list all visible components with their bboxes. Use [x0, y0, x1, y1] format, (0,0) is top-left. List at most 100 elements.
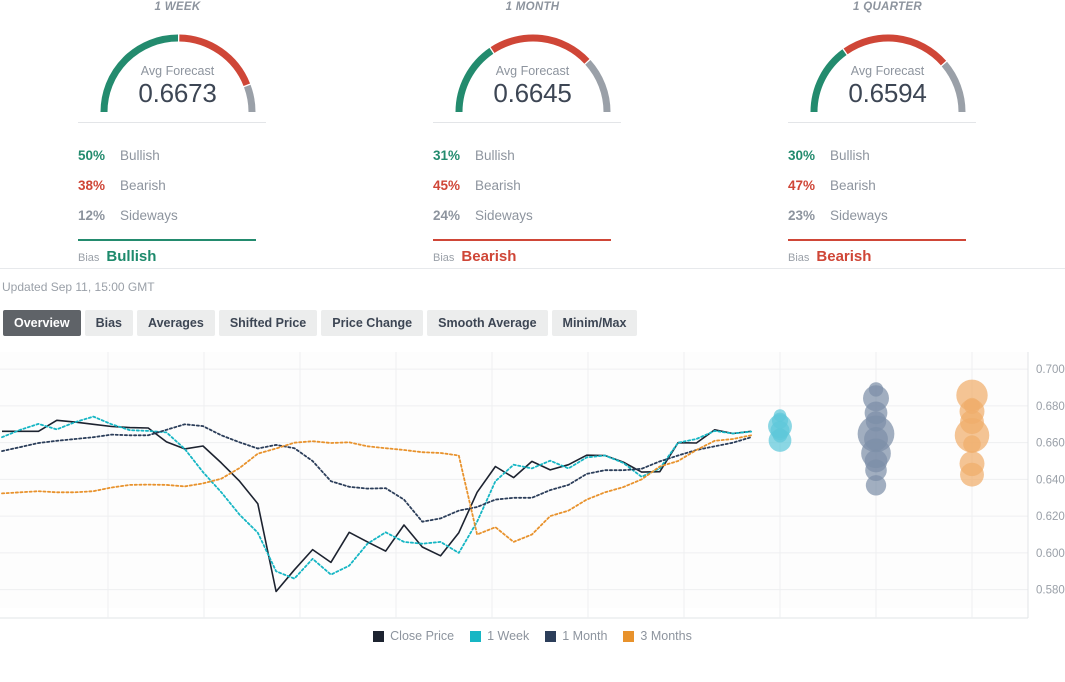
- bias-value: Bearish: [816, 248, 872, 265]
- legend-swatch-icon: [470, 630, 482, 642]
- stat-label: Bearish: [120, 177, 166, 193]
- bias-underline: [78, 239, 256, 241]
- tab-smooth-average[interactable]: Smooth Average: [427, 310, 548, 336]
- gauge-segment: [843, 34, 946, 66]
- gauge-value: 0.6594: [848, 78, 927, 108]
- y-axis-tick-label: 0.6600: [1036, 438, 1065, 450]
- gauge-value: 0.6673: [138, 78, 217, 108]
- stat-label: Bearish: [830, 177, 876, 193]
- legend-item[interactable]: 1 Month: [545, 629, 607, 643]
- gauge-segment: [490, 34, 589, 64]
- stat-percent: 47%: [788, 177, 816, 193]
- forecast-bubble: [960, 462, 984, 487]
- stat-row-sideways: 24% Sideways: [433, 200, 710, 230]
- forecast-bubble: [768, 429, 792, 452]
- legend-label: 1 Week: [487, 629, 530, 643]
- stat-row-sideways: 12% Sideways: [78, 200, 355, 230]
- y-axis-tick-label: 0.6800: [1036, 401, 1065, 413]
- stat-label: Bullish: [120, 147, 160, 163]
- stats-list: 31% Bullish 45% Bearish 24% Sideways: [355, 140, 710, 230]
- gauge-center-readout: Avg Forecast 0.6673: [88, 64, 268, 108]
- gauge-center-readout: Avg Forecast 0.6594: [798, 64, 978, 108]
- forecast-bubble: [865, 475, 887, 496]
- stat-label: Bearish: [475, 177, 521, 193]
- stat-row-bullish: 30% Bullish: [788, 140, 1065, 170]
- tab-averages[interactable]: Averages: [137, 310, 215, 336]
- stats-list: 30% Bullish 47% Bearish 23% Sideways: [710, 140, 1065, 230]
- panel-divider: [788, 122, 976, 123]
- stat-label: Sideways: [475, 207, 533, 223]
- bias-underline: [788, 239, 966, 241]
- legend-item[interactable]: 3 Months: [623, 629, 692, 643]
- stats-list: 50% Bullish 38% Bearish 12% Sideways: [0, 140, 355, 230]
- bias-label: Bias: [788, 252, 810, 264]
- stat-label: Bullish: [830, 147, 870, 163]
- panel-title: 1 QUARTER: [853, 1, 922, 13]
- stat-percent: 30%: [788, 147, 816, 163]
- gauge-wrapper: Avg Forecast 0.6673: [0, 16, 355, 114]
- stat-label: Sideways: [120, 207, 178, 223]
- bias-label: Bias: [433, 252, 455, 264]
- y-axis-tick-label: 0.6200: [1036, 511, 1065, 523]
- stat-label: Bullish: [475, 147, 515, 163]
- gauge-value: 0.6645: [493, 78, 572, 108]
- gauge-label: Avg Forecast: [495, 64, 570, 78]
- updated-timestamp: Updated Sep 11, 15:00 GMT: [2, 279, 155, 294]
- forecast-panel-1-month: 1 MONTH Avg Forecast 0.6645 31% Bullish …: [355, 0, 710, 268]
- y-axis-tick-label: 0.6400: [1036, 474, 1065, 486]
- stat-percent: 31%: [433, 147, 461, 163]
- tab-price-change[interactable]: Price Change: [321, 310, 424, 336]
- stat-row-sideways: 23% Sideways: [788, 200, 1065, 230]
- stat-percent: 12%: [78, 207, 106, 223]
- stat-row-bullish: 31% Bullish: [433, 140, 710, 170]
- legend-label: 1 Month: [562, 629, 608, 643]
- panel-divider: [78, 122, 266, 123]
- bias-row: Bias Bullish: [0, 248, 355, 265]
- panel-title: 1 WEEK: [154, 1, 201, 13]
- bias-value: Bearish: [461, 248, 517, 265]
- gauge-center-readout: Avg Forecast 0.6645: [443, 64, 623, 108]
- updated-timestamp-bar: Updated Sep 11, 15:00 GMT: [0, 268, 1065, 304]
- forecast-chart: 0.5800 0.6000 0.6200 0.6400 0.6600 0.6800 0.70…: [0, 350, 1065, 643]
- stat-percent: 50%: [78, 147, 106, 163]
- gauge-label: Avg Forecast: [850, 64, 925, 78]
- chart-tab-bar: Overview Bias Averages Shifted Price Price C…: [0, 310, 1065, 336]
- tab-minim-max[interactable]: Minim/Max: [551, 310, 638, 336]
- bias-row: Bias Bearish: [710, 248, 1065, 265]
- legend-swatch-icon: [623, 630, 635, 642]
- tab-bias[interactable]: Bias: [84, 310, 133, 336]
- bias-underline: [433, 239, 611, 241]
- gauge-wrapper: Avg Forecast 0.6645: [355, 16, 710, 114]
- forecast-panel-1-quarter: 1 QUARTER Avg Forecast 0.6594 30% Bullis…: [710, 0, 1065, 268]
- stat-row-bearish: 38% Bearish: [78, 170, 355, 200]
- legend-item[interactable]: Close Price: [373, 629, 454, 643]
- stat-row-bearish: 45% Bearish: [433, 170, 710, 200]
- gauge-label: Avg Forecast: [140, 64, 215, 78]
- chart-legend: Close Price 1 Week 1 Month 3 Months: [0, 629, 1065, 643]
- stat-percent: 45%: [433, 177, 461, 193]
- legend-label: Close Price: [390, 629, 455, 643]
- stat-row-bearish: 47% Bearish: [788, 170, 1065, 200]
- bias-row: Bias Bearish: [355, 248, 710, 265]
- legend-swatch-icon: [373, 630, 385, 642]
- tab-shifted-price[interactable]: Shifted Price: [218, 310, 318, 336]
- y-axis-tick-label: 0.6000: [1036, 548, 1065, 560]
- tab-overview[interactable]: Overview: [3, 310, 81, 336]
- panel-title: 1 MONTH: [505, 1, 560, 13]
- legend-label: 3 Months: [640, 629, 692, 643]
- chart-canvas: 0.5800 0.6000 0.6200 0.6400 0.6600 0.6800 0.70…: [0, 352, 1065, 619]
- gauge-wrapper: Avg Forecast 0.6594: [710, 16, 1065, 114]
- stat-percent: 23%: [788, 207, 816, 223]
- y-axis-tick-label: 0.5800: [1036, 585, 1065, 597]
- forecast-panel-1-week: 1 WEEK Avg Forecast 0.6673 50% Bullish 3…: [0, 0, 355, 268]
- y-axis-tick-label: 0.7000: [1036, 364, 1065, 376]
- legend-item[interactable]: 1 Week: [470, 629, 529, 643]
- legend-swatch-icon: [545, 630, 557, 642]
- forecast-panels: 1 WEEK Avg Forecast 0.6673 50% Bullish 3…: [0, 0, 1065, 268]
- panel-divider: [433, 122, 621, 123]
- stat-label: Sideways: [830, 207, 888, 223]
- forecast-bubble: [963, 435, 981, 453]
- stat-percent: 24%: [433, 207, 461, 223]
- bias-value: Bullish: [106, 248, 157, 265]
- bias-label: Bias: [78, 252, 100, 264]
